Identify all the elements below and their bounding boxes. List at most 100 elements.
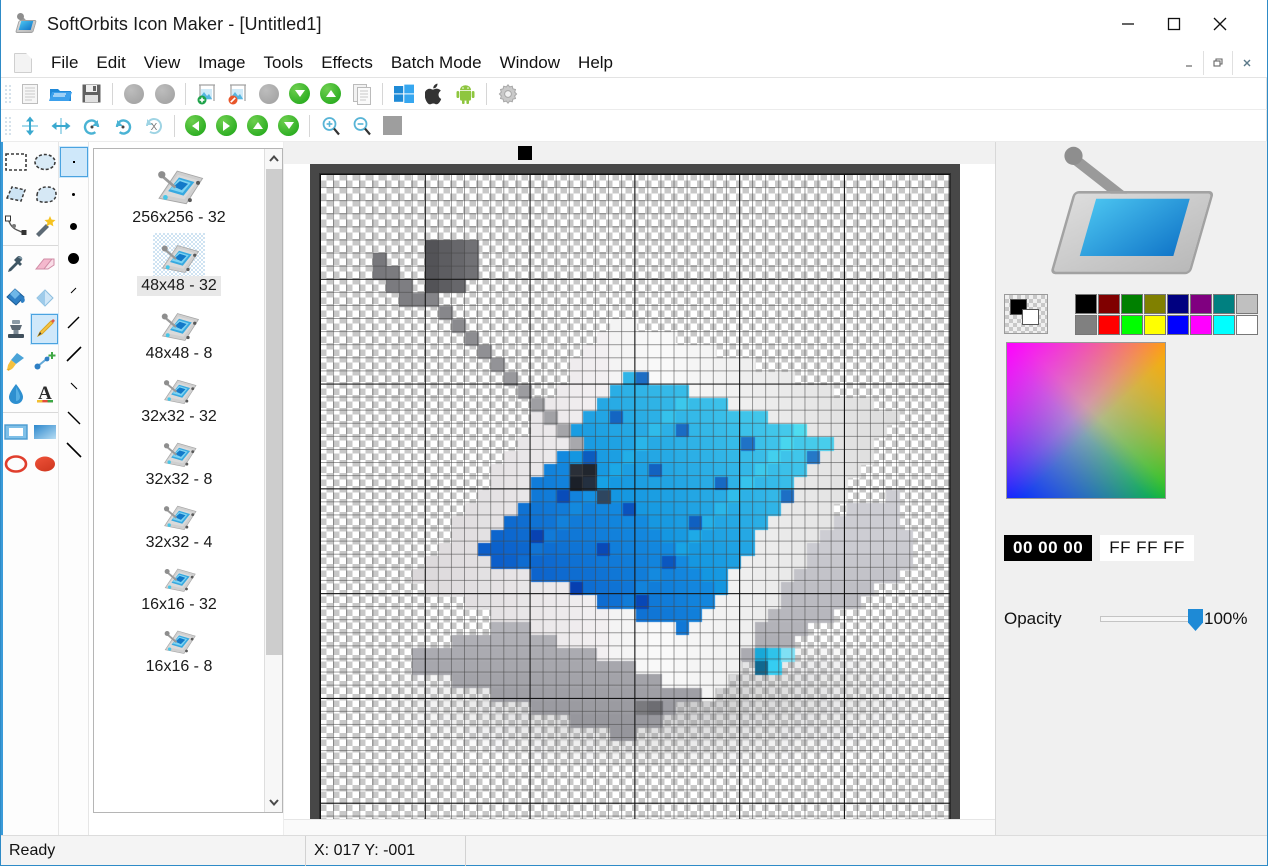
close-button[interactable]	[1197, 0, 1243, 48]
menu-window[interactable]: Window	[491, 51, 569, 75]
background-hex-value[interactable]: FF FF FF	[1100, 535, 1194, 561]
scrollbar-thumb[interactable]	[266, 169, 282, 655]
zoom-in-icon[interactable]	[315, 111, 346, 141]
zoom-actual-icon[interactable]	[377, 111, 408, 141]
filled-rectangle-tool[interactable]	[30, 416, 59, 448]
menu-effects[interactable]: Effects	[312, 51, 382, 75]
toolbar-grip[interactable]	[3, 83, 11, 105]
blur-tool[interactable]	[1, 377, 30, 409]
paint-bucket-tool[interactable]	[1, 281, 30, 313]
palette-swatch-r2-6[interactable]	[1213, 315, 1235, 335]
palette-swatch-r2-3[interactable]	[1144, 315, 1166, 335]
apple-logo-icon[interactable]	[419, 79, 450, 109]
palette-swatch-r2-7[interactable]	[1236, 315, 1258, 335]
rotate-left-icon[interactable]	[76, 111, 107, 141]
background-color-swatch[interactable]	[1022, 309, 1039, 325]
palette-swatch-r1-2[interactable]	[1121, 294, 1143, 314]
brush-size-2[interactable]	[59, 210, 89, 242]
chevron-up-icon[interactable]	[265, 149, 283, 169]
menu-tools[interactable]: Tools	[255, 51, 313, 75]
icon-list-item[interactable]: 256x256 - 32	[94, 153, 264, 230]
mdi-minimize-button[interactable]	[1174, 51, 1203, 75]
minimize-button[interactable]	[1105, 0, 1151, 48]
canvas-horizontal-scrollbar[interactable]	[284, 819, 995, 835]
lasso-select-tool[interactable]	[30, 178, 59, 210]
text-tool[interactable]: A	[30, 377, 59, 409]
icon-list-item[interactable]: 32x32 - 8	[94, 429, 264, 492]
palette-swatch-r1-4[interactable]	[1167, 294, 1189, 314]
palette-swatch-r2-2[interactable]	[1121, 315, 1143, 335]
brush-stroke-1[interactable]	[59, 274, 89, 306]
palette-swatch-r2-1[interactable]	[1098, 315, 1120, 335]
palette-swatch-r2-4[interactable]	[1167, 315, 1189, 335]
nav-down-icon[interactable]	[273, 111, 304, 141]
selection-marker[interactable]	[518, 146, 532, 160]
smart-select-tool[interactable]	[30, 345, 59, 377]
mdi-close-button[interactable]	[1232, 51, 1261, 75]
maximize-button[interactable]	[1151, 0, 1197, 48]
brush-stroke-6[interactable]	[59, 434, 89, 466]
brush-tool[interactable]	[1, 345, 30, 377]
rectangular-select-tool[interactable]	[1, 146, 30, 178]
polygon-select-tool[interactable]	[1, 178, 30, 210]
palette-swatch-r2-5[interactable]	[1190, 315, 1212, 335]
android-logo-icon[interactable]	[450, 79, 481, 109]
palette-swatch-r1-6[interactable]	[1213, 294, 1235, 314]
menu-file[interactable]: File	[42, 51, 87, 75]
zoom-out-icon[interactable]	[346, 111, 377, 141]
move-up-icon[interactable]	[315, 79, 346, 109]
palette-swatch-r1-3[interactable]	[1144, 294, 1166, 314]
open-folder-icon[interactable]	[45, 79, 76, 109]
nav-left-icon[interactable]	[180, 111, 211, 141]
flip-vertical-icon[interactable]	[14, 111, 45, 141]
icon-list-item[interactable]: 32x32 - 4	[94, 492, 264, 555]
gradient-fill-tool[interactable]	[30, 281, 59, 313]
icon-list-item[interactable]: 48x48 - 8	[94, 298, 264, 366]
path-tool[interactable]	[1, 210, 30, 242]
magic-wand-tool[interactable]	[30, 210, 59, 242]
add-image-icon[interactable]	[191, 79, 222, 109]
icon-size-list[interactable]: 256x256 - 3248x48 - 3248x48 - 832x32 - 3…	[94, 149, 264, 812]
new-file-icon[interactable]	[14, 79, 45, 109]
copies-icon[interactable]	[346, 79, 377, 109]
icon-list-scrollbar[interactable]	[264, 149, 282, 812]
brush-stroke-4[interactable]	[59, 370, 89, 402]
filled-ellipse-tool[interactable]	[30, 448, 59, 480]
opacity-slider-track[interactable]	[1100, 616, 1200, 622]
nav-up-icon[interactable]	[242, 111, 273, 141]
brush-stroke-5[interactable]	[59, 402, 89, 434]
palette-swatch-r1-7[interactable]	[1236, 294, 1258, 314]
palette-swatch-r1-0[interactable]	[1075, 294, 1097, 314]
eraser-tool[interactable]	[30, 249, 59, 281]
palette-swatch-r2-0[interactable]	[1075, 315, 1097, 335]
brush-stroke-2[interactable]	[59, 306, 89, 338]
flip-horizontal-icon[interactable]	[45, 111, 76, 141]
opacity-slider-thumb[interactable]	[1188, 609, 1203, 631]
settings-gear-icon[interactable]	[492, 79, 523, 109]
save-icon[interactable]	[76, 79, 107, 109]
elliptical-select-tool[interactable]	[30, 146, 59, 178]
color-gradient-picker[interactable]	[1006, 342, 1166, 499]
brush-size-1[interactable]	[59, 178, 89, 210]
move-down-icon[interactable]	[284, 79, 315, 109]
menu-edit[interactable]: Edit	[87, 51, 134, 75]
icon-list-item[interactable]: 48x48 - 32	[94, 230, 264, 298]
pencil-tool[interactable]	[30, 313, 59, 345]
remove-image-icon[interactable]	[222, 79, 253, 109]
menu-batch-mode[interactable]: Batch Mode	[382, 51, 491, 75]
menu-view[interactable]: View	[135, 51, 190, 75]
foreground-background-swatch[interactable]	[1004, 294, 1048, 334]
rectangle-tool[interactable]	[1, 416, 30, 448]
nav-right-icon[interactable]	[211, 111, 242, 141]
pixel-canvas[interactable]	[319, 173, 951, 821]
rotate-right-icon[interactable]	[107, 111, 138, 141]
foreground-hex-value[interactable]: 00 00 00	[1004, 535, 1092, 561]
menu-help[interactable]: Help	[569, 51, 622, 75]
brush-size-3[interactable]	[59, 242, 89, 274]
icon-list-item[interactable]: 16x16 - 8	[94, 617, 264, 679]
icon-list-item[interactable]: 32x32 - 32	[94, 366, 264, 429]
menu-image[interactable]: Image	[189, 51, 254, 75]
clone-stamp-tool[interactable]	[1, 313, 30, 345]
chevron-down-icon[interactable]	[265, 792, 283, 812]
brush-size-pixel[interactable]	[59, 146, 89, 178]
